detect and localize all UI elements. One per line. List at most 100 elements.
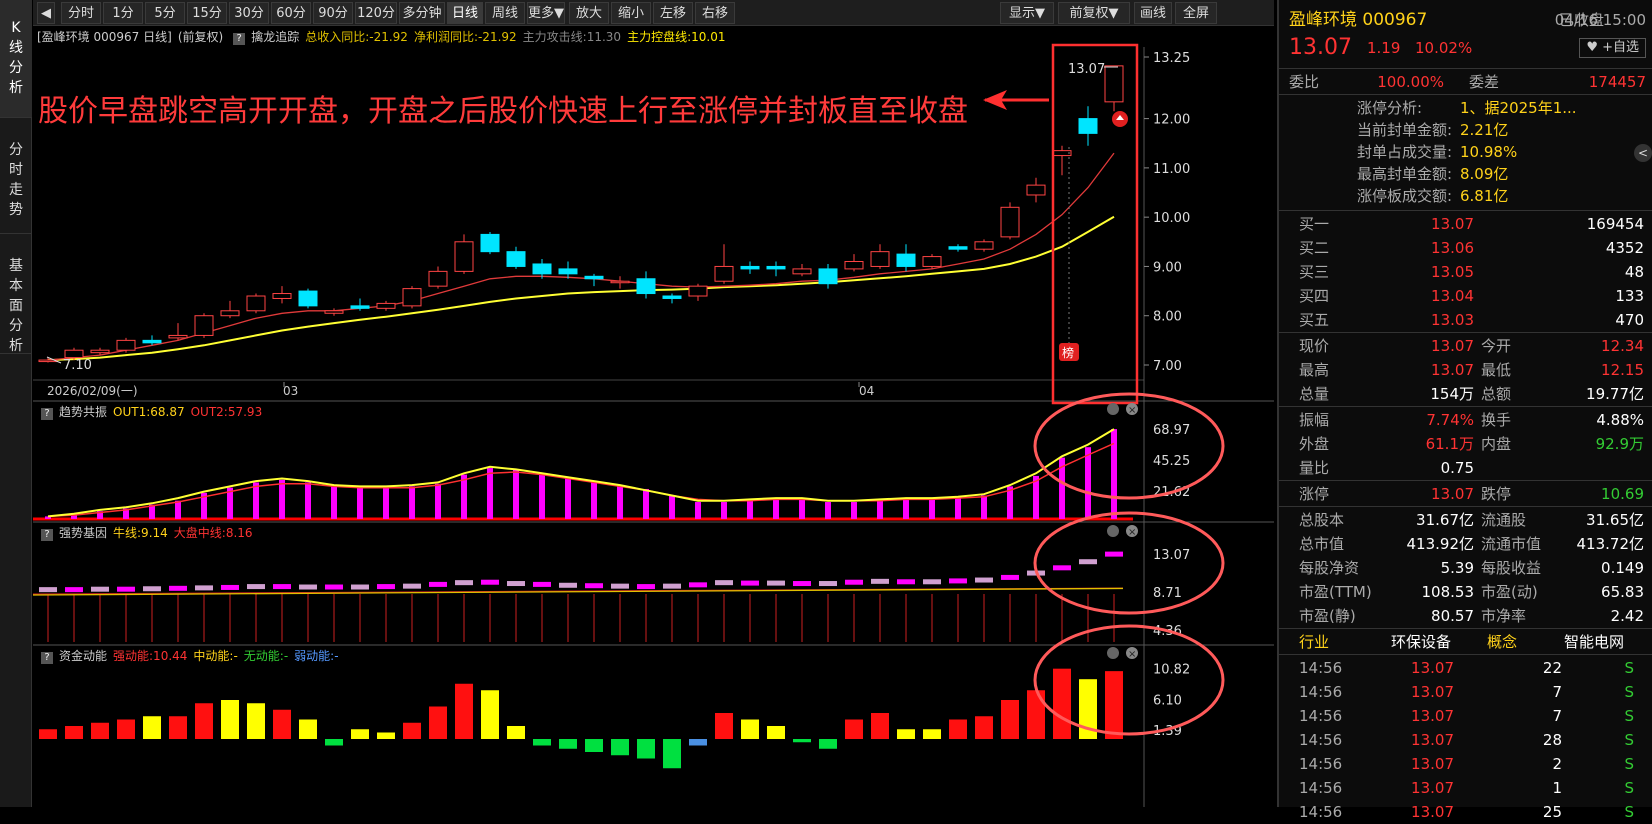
quote-time: 04/16 15:00 <box>1554 11 1646 29</box>
candle-body <box>1052 150 1072 157</box>
period-toolbar: ◀ 分时 1分 5分 15分 30分 60分 90分 120分 多分钟 日线 周线 更多▼ 放大 缩小 左移右… <box>33 0 1274 26</box>
stock-label: [盈峰环境 000967 日线] <box>37 30 172 44</box>
period-2[interactable]: 5分 <box>145 2 185 24</box>
period-5[interactable]: 60分 <box>271 2 311 24</box>
fundamental-row: 市盈(静) 80.57 市净率 2.42 <box>1279 604 1652 628</box>
action-3[interactable]: 右移 <box>695 2 735 24</box>
period-7[interactable]: 120分 <box>355 2 397 24</box>
side-tab-1[interactable]: 分时走势 <box>0 118 32 234</box>
ind3-bar <box>949 719 967 739</box>
ind1-bar <box>1111 429 1117 519</box>
quote-value: 13.07 <box>1431 361 1474 379</box>
ind2-block <box>585 583 603 589</box>
quote-panel: 盈峰环境 000967 已收盘 04/16 15:00 13.07 1.19 10.02%… <box>1277 0 1652 821</box>
side-tab-0[interactable]: K线分析 <box>0 0 32 118</box>
ind2-block <box>689 582 707 588</box>
kline-chart-area[interactable]: 13.25 12.00 11.00 10.00 9.00 8.00 7.00 2026/02/… <box>33 27 1274 807</box>
divider <box>1279 480 1652 481</box>
bid-row: 买四 13.04 133 <box>1279 284 1652 308</box>
weibi-label: 委比 <box>1289 73 1320 91</box>
period-9[interactable]: 日线 <box>447 2 483 24</box>
ind2-block <box>143 586 161 592</box>
ind3-bar <box>91 722 109 739</box>
quote-label2: 最低 <box>1481 361 1512 379</box>
period-4[interactable]: 30分 <box>229 2 269 24</box>
candle-body <box>194 315 214 336</box>
limit-up-label: 涨停 <box>1299 485 1330 503</box>
action-1[interactable]: 缩小 <box>611 2 651 24</box>
current-price: 13.07 <box>1289 35 1352 60</box>
candle-body <box>922 256 942 267</box>
period-3[interactable]: 15分 <box>187 2 227 24</box>
collapse-icon[interactable]: ◀ <box>37 2 55 24</box>
price-tick-label: 9.00 <box>1153 260 1182 275</box>
toolbar-right-3[interactable]: 全屏 <box>1175 2 1217 24</box>
settings-icon[interactable] <box>1107 647 1119 659</box>
bid-price: 13.04 <box>1431 287 1474 305</box>
expand-arrow-icon[interactable]: < <box>1634 144 1652 162</box>
candle-body <box>220 310 240 317</box>
ind2-block <box>429 581 447 587</box>
ind3-bar <box>169 716 187 739</box>
divider <box>1279 210 1652 211</box>
tick-volume: 22 <box>1542 659 1562 677</box>
ind2-block <box>325 584 343 590</box>
ind1-bar <box>747 500 753 519</box>
ind3-bar <box>871 713 889 739</box>
ind3-bar <box>325 739 343 746</box>
toolbar-right-0[interactable]: 显示▼ <box>1000 2 1054 24</box>
fund-value: 80.57 <box>1431 607 1474 625</box>
tick-volume: 7 <box>1552 707 1562 725</box>
price-tick-label: 12.00 <box>1153 113 1190 128</box>
ind2-block <box>819 581 837 587</box>
toolbar-right-1[interactable]: 前复权▼ <box>1058 2 1130 24</box>
fund-label2: 市盈(动) <box>1481 583 1538 601</box>
ind1-bar <box>383 487 389 519</box>
candle-body <box>636 278 656 295</box>
help-icon[interactable]: ? <box>233 33 246 45</box>
ind1-tick-label: 68.97 <box>1153 423 1190 438</box>
weicha-value: 174457 <box>1588 73 1646 91</box>
limit-up-value: 13.07 <box>1431 485 1474 503</box>
price-tick-label: 7.00 <box>1153 359 1182 374</box>
bid-volume: 470 <box>1615 311 1644 329</box>
ind2-block <box>195 585 213 591</box>
period-10[interactable]: 周线 <box>485 2 525 24</box>
side-tab-2[interactable]: 基本面分析 <box>0 234 32 354</box>
toolbar-right-2[interactable]: 画线 <box>1134 2 1172 24</box>
close-glyph: × <box>1128 527 1136 538</box>
revenue-yoy: 总收入同比:-21.92 <box>305 30 408 44</box>
period-6[interactable]: 90分 <box>313 2 353 24</box>
ind2-block <box>559 582 577 588</box>
ind3-bar <box>247 703 265 739</box>
candle-body <box>896 253 916 267</box>
settings-icon[interactable] <box>1107 403 1119 415</box>
period-11[interactable]: 更多▼ <box>527 2 565 24</box>
help-icon[interactable]: ? <box>41 529 53 541</box>
limit-analysis-label: 当前封单金额: <box>1357 121 1453 139</box>
tick-row: 14:56 13.07 7 S <box>1279 680 1652 704</box>
bid-volume: 48 <box>1624 263 1644 281</box>
tick-price: 13.07 <box>1411 707 1454 725</box>
ind3-bar <box>1001 700 1019 739</box>
help-icon[interactable]: ? <box>41 652 53 664</box>
action-2[interactable]: 左移 <box>653 2 693 24</box>
divider <box>1279 332 1652 333</box>
candle-body <box>350 305 370 309</box>
ind3-title: ? 资金动能 强动能:10.44 中动能:- 无动能:- 弱动能:- <box>37 647 345 665</box>
period-0[interactable]: 分时 <box>61 2 101 24</box>
ind2-block <box>975 577 993 583</box>
candle-body <box>376 302 396 309</box>
ind3-bar <box>611 739 629 756</box>
candle-body <box>168 334 188 339</box>
fund-label: 市盈(静) <box>1299 607 1356 625</box>
bid-row: 买一 13.07 169454 <box>1279 212 1652 236</box>
add-favorite-button[interactable]: ♥ +自选 <box>1579 38 1646 58</box>
period-8[interactable]: 多分钟 <box>399 2 445 24</box>
action-0[interactable]: 放大 <box>569 2 609 24</box>
help-icon[interactable]: ? <box>41 408 53 420</box>
settings-icon[interactable] <box>1107 525 1119 537</box>
quote2-value: 7.74% <box>1426 411 1474 429</box>
ind1-bar <box>773 499 779 519</box>
period-1[interactable]: 1分 <box>103 2 143 24</box>
